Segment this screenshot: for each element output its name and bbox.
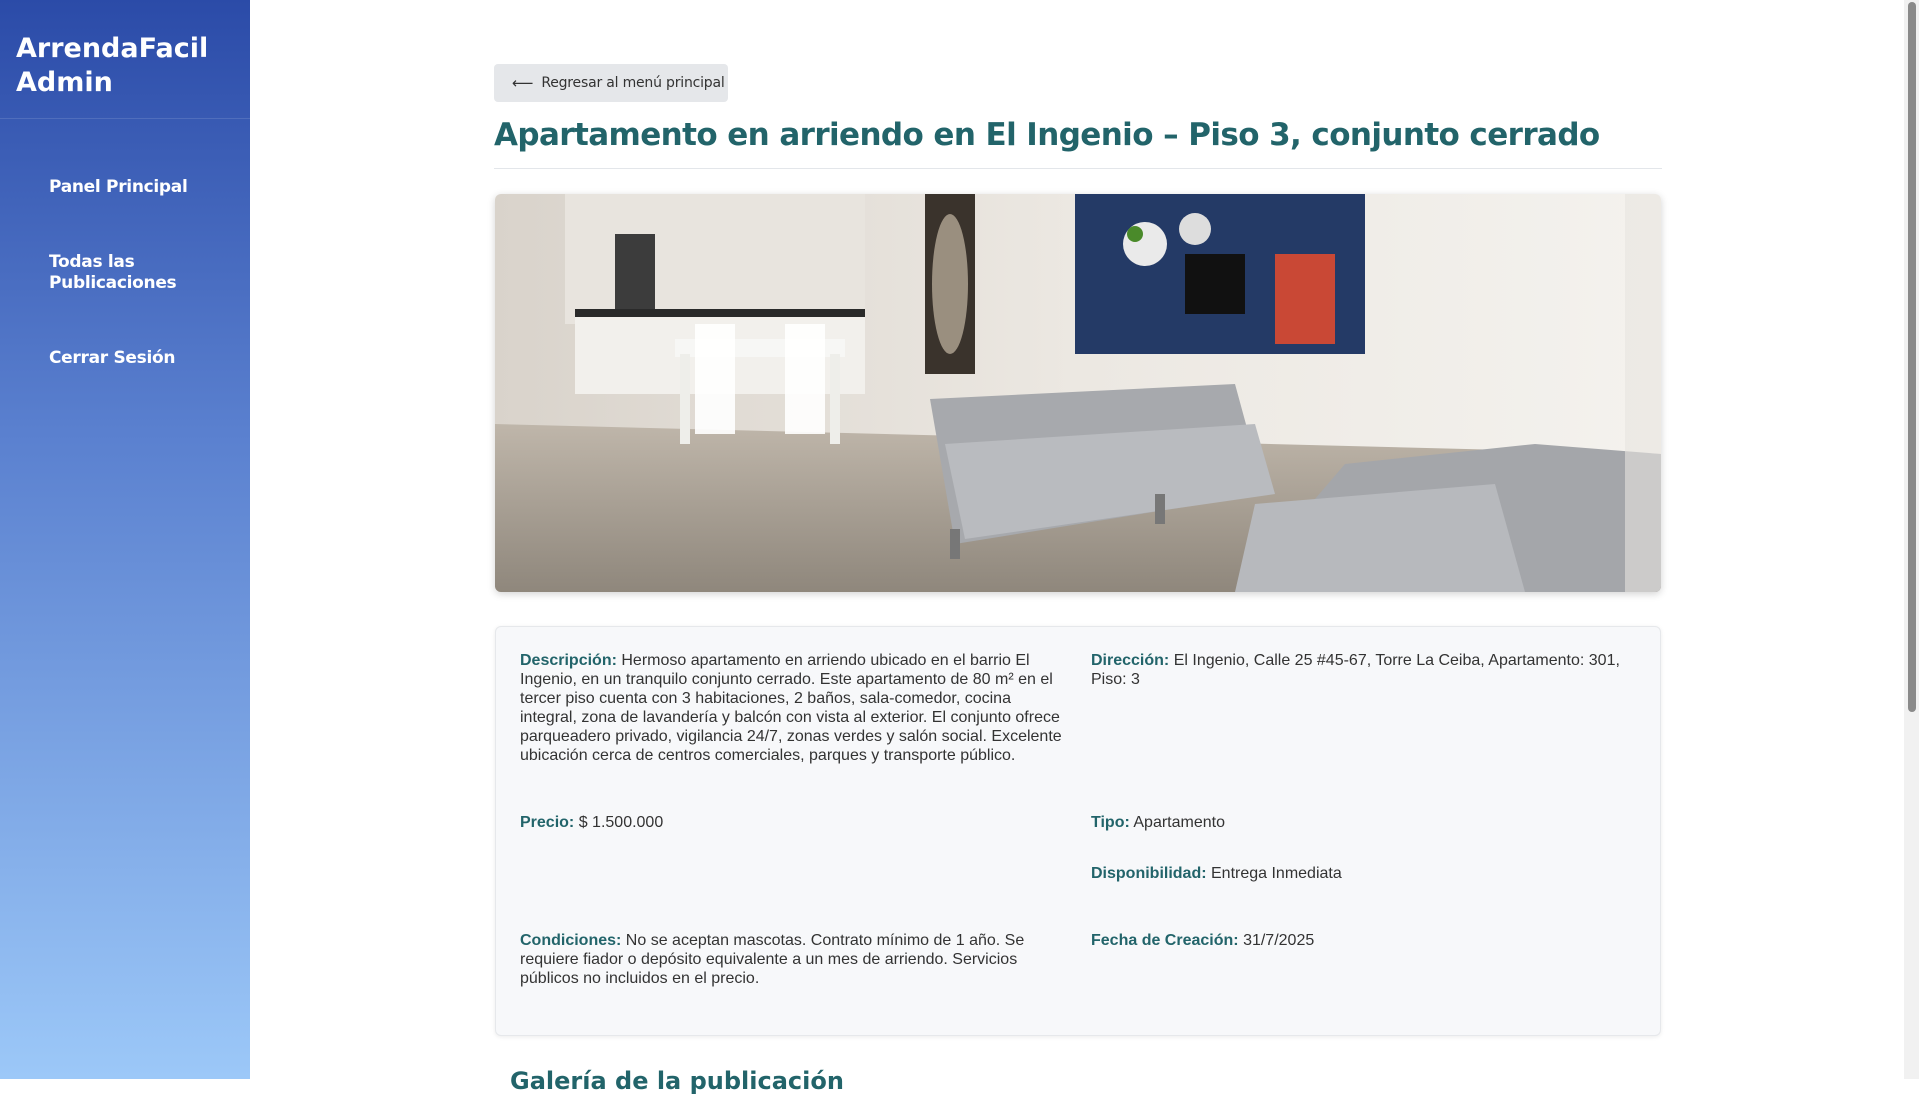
price-field: Precio: $ 1.500.000 (520, 813, 663, 832)
price-value: $ 1.500.000 (578, 814, 664, 831)
creation-date-field: Fecha de Creación: 31/7/2025 (1091, 931, 1314, 950)
address-value: El Ingenio, Calle 25 #45-67, Torre La Ce… (1091, 652, 1620, 688)
scrollbar-thumb[interactable] (1908, 2, 1916, 712)
brand-name: ArrendaFacil (16, 33, 209, 64)
page-title: Apartamento en arriendo en El Ingenio – … (494, 114, 1662, 169)
description-label: Descripción: (520, 652, 617, 669)
sidebar: ArrendaFacil Admin Panel Principal Todas… (0, 0, 250, 1079)
address-label: Dirección: (1091, 652, 1170, 669)
brand-subtitle: Admin (16, 67, 113, 98)
property-main-photo (495, 194, 1661, 592)
creation-date-value: 31/7/2025 (1243, 932, 1315, 949)
back-button-label: Regresar al menú principal (541, 75, 725, 91)
gallery-heading: Galería de la publicación (510, 1067, 844, 1095)
type-label: Tipo: (1091, 814, 1130, 831)
page-scrollbar[interactable] (1904, 0, 1919, 1079)
sidebar-item-cerrar-sesion[interactable]: Cerrar Sesión (0, 348, 250, 369)
type-field: Tipo: Apartamento (1091, 813, 1225, 832)
sidebar-item-todas-las-publicaciones[interactable]: Todas las Publicaciones (0, 252, 219, 294)
back-to-menu-button[interactable]: ⟵ Regresar al menú principal (494, 64, 728, 102)
sidebar-nav: Panel Principal Todas las Publicaciones … (0, 177, 250, 369)
availability-label: Disponibilidad: (1091, 865, 1207, 882)
conditions-field: Condiciones: No se aceptan mascotas. Con… (520, 931, 1040, 988)
address-field: Dirección: El Ingenio, Calle 25 #45-67, … (1091, 651, 1631, 689)
availability-field: Disponibilidad: Entrega Inmediata (1091, 864, 1342, 883)
property-details-card: Descripción: Hermoso apartamento en arri… (495, 626, 1661, 1036)
conditions-label: Condiciones: (520, 932, 622, 949)
price-label: Precio: (520, 814, 575, 831)
availability-value: Entrega Inmediata (1211, 865, 1342, 882)
arrow-left-icon: ⟵ (512, 74, 534, 92)
type-value: Apartamento (1133, 814, 1225, 831)
description-field: Descripción: Hermoso apartamento en arri… (520, 651, 1065, 765)
living-room-photo (495, 194, 1661, 592)
sidebar-item-panel-principal[interactable]: Panel Principal (0, 177, 250, 198)
brand-logo: ArrendaFacil Admin (0, 0, 250, 119)
creation-date-label: Fecha de Creación: (1091, 932, 1239, 949)
